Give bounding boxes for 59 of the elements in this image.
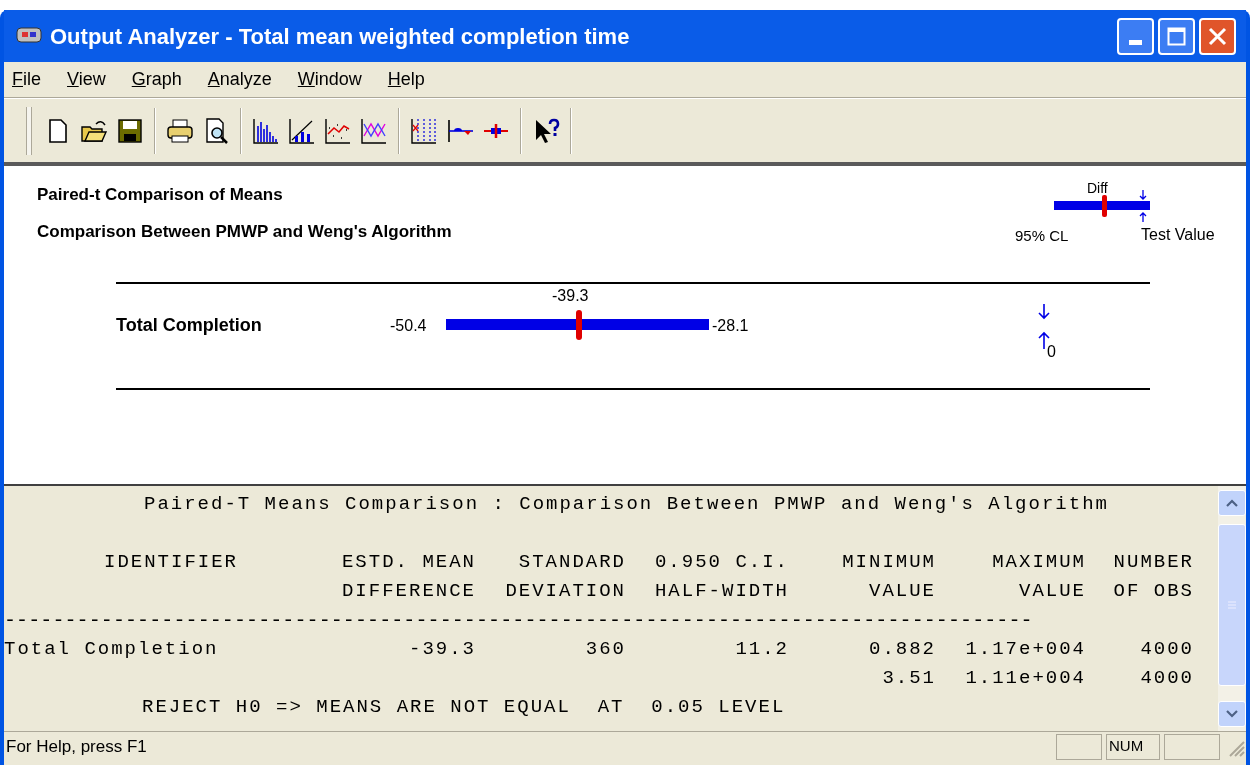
window-title: Output Analyzer - Total mean weighted completion time <box>50 22 631 51</box>
column-header: NUMBER <box>1113 550 1194 575</box>
column-header: VALUE <box>1019 579 1086 604</box>
maximize-icon <box>1167 26 1186 46</box>
column-header: HALF-WIDTH <box>654 579 789 604</box>
vertical-scrollbar[interactable] <box>1218 486 1246 731</box>
caret-up-icon <box>1226 499 1238 507</box>
report-cell-text: 3.51 <box>882 666 936 691</box>
report-cell-text: 11.2 <box>735 637 789 662</box>
mean-label: -39.3 <box>552 286 589 306</box>
report-heading: Paired-T Means Comparison : Comparison Between PMWP and Weng's Algorithm <box>144 492 1109 517</box>
close-icon <box>1208 26 1227 46</box>
report-cell-text: 360 <box>585 637 626 662</box>
report-cell-text: 0.882 <box>869 637 936 662</box>
report-cell-text: Total Completion <box>4 637 219 662</box>
dashed-rule: ------------------------------------------------------------------------------------- <box>4 608 1033 634</box>
scroll-thumb[interactable] <box>1218 524 1246 686</box>
status-text: For Help, press F1 <box>6 735 148 758</box>
report-cell-text: -39.3 <box>409 637 476 662</box>
chart-subtitle: Comparison Between PMWP and Weng's Algorithm <box>37 221 452 243</box>
status-panel <box>1164 733 1220 760</box>
caret-down-icon <box>1226 710 1238 718</box>
minimize-button[interactable] <box>1117 17 1154 55</box>
legend-diff-label: Diff <box>1087 179 1108 198</box>
maximize-button[interactable] <box>1158 17 1195 55</box>
column-header: MAXIMUM <box>992 550 1086 575</box>
column-header: 0.950 C.I. <box>654 550 789 575</box>
row-label: Total Completion <box>116 314 262 337</box>
report-cell-text: 1.11e+004 <box>965 666 1086 691</box>
upper-bound-label: -28.1 <box>712 316 749 336</box>
menu-item[interactable]: Window <box>297 66 362 93</box>
column-header: OF OBS <box>1113 579 1194 604</box>
menu-item[interactable]: Help <box>387 66 425 93</box>
column-header: MINIMUM <box>842 550 936 575</box>
column-header: STANDARD <box>518 550 626 575</box>
report-cell-text: 4000 <box>1140 666 1194 691</box>
report-cell-text: 1.17e+004 <box>965 637 1086 662</box>
column-header: ESTD. MEAN <box>341 550 476 575</box>
scroll-up-button[interactable] <box>1218 490 1246 516</box>
menu-item[interactable]: File <box>12 66 41 93</box>
conclusion-text: REJECT H0 => MEANS ARE NOT EQUAL AT 0.05 LEVEL <box>142 695 786 720</box>
legend-ci-label: 95% CL <box>1015 226 1069 246</box>
column-header: IDENTIFIER <box>104 550 239 575</box>
lower-bound-label: -50.4 <box>390 316 427 336</box>
chart-title: Paired-t Comparison of Means <box>37 184 283 206</box>
menu-item[interactable]: Graph <box>131 66 182 93</box>
num-lock-indicator: NUM <box>1106 733 1160 760</box>
column-header: DIFFERENCE <box>341 579 476 604</box>
menu-item[interactable]: Analyze <box>207 66 272 93</box>
close-button[interactable] <box>1199 17 1236 55</box>
scroll-down-button[interactable] <box>1218 701 1246 727</box>
column-header: DEVIATION <box>505 579 626 604</box>
report-cell-text: 4000 <box>1140 637 1194 662</box>
minimize-icon <box>1129 39 1142 45</box>
legend-test-value-label: Test Value <box>1141 225 1215 245</box>
test-value-label: 0 <box>1047 342 1056 362</box>
menu-item[interactable]: View <box>67 66 106 93</box>
status-panel <box>1056 733 1102 760</box>
column-header: VALUE <box>869 579 936 604</box>
